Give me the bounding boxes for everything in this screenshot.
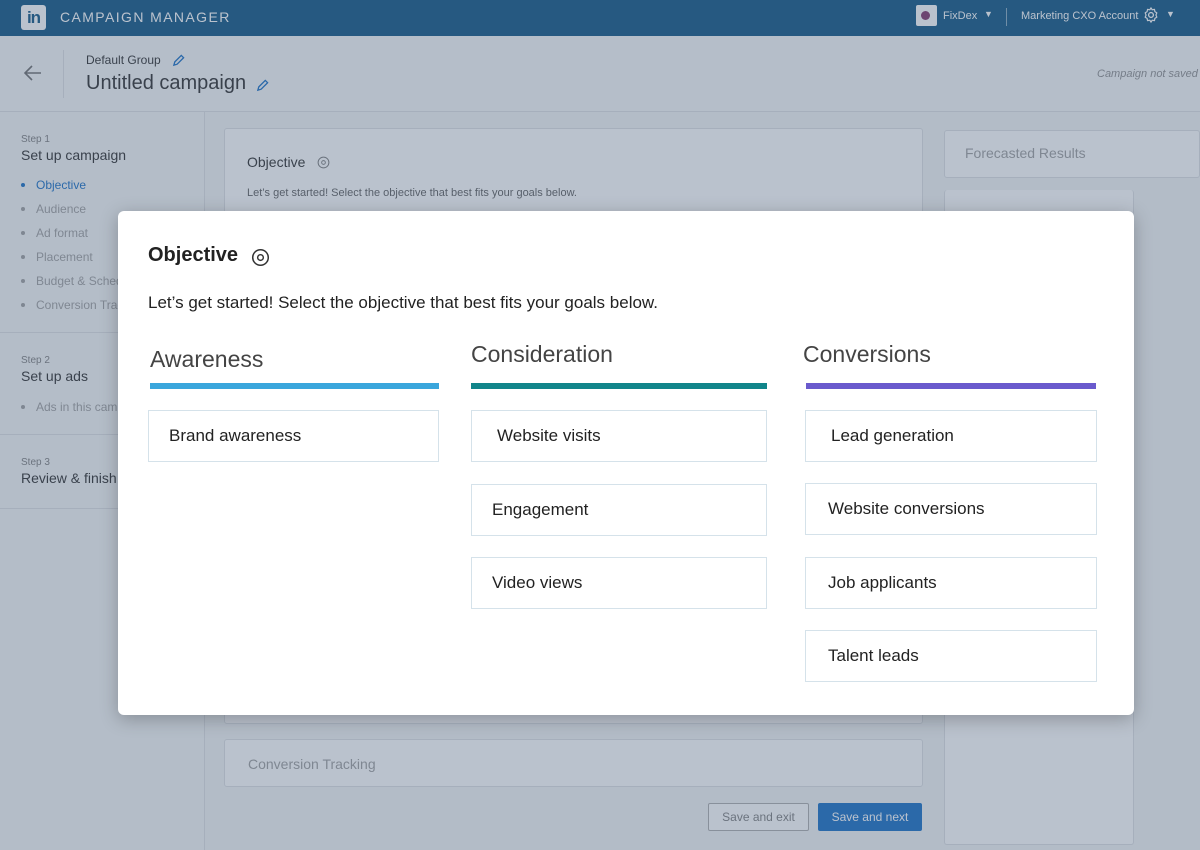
objective-option-brand-awareness[interactable]: Brand awareness xyxy=(148,410,439,462)
objective-option-website-visits[interactable]: Website visits xyxy=(471,410,767,462)
objective-option-talent-leads[interactable]: Talent leads xyxy=(805,630,1097,682)
objective-option-job-applicants[interactable]: Job applicants xyxy=(805,557,1097,609)
modal-title: Objective xyxy=(148,244,239,266)
consideration-color-bar xyxy=(471,383,767,389)
help-icon[interactable] xyxy=(251,248,270,267)
objective-option-video-views[interactable]: Video views xyxy=(471,557,767,609)
column-heading-consideration: Consideration xyxy=(471,341,613,367)
modal-subtitle: Let’s get started! Select the objective … xyxy=(148,293,658,312)
objective-option-lead-generation[interactable]: Lead generation xyxy=(805,410,1097,462)
objective-modal: Objective Let’s get started! Select the … xyxy=(118,211,1134,715)
column-heading-awareness: Awareness xyxy=(150,346,264,372)
column-heading-conversions: Conversions xyxy=(803,341,931,367)
objective-option-engagement[interactable]: Engagement xyxy=(471,484,767,536)
objective-option-website-conversions[interactable]: Website conversions xyxy=(805,483,1097,535)
conversions-color-bar xyxy=(806,383,1096,389)
awareness-color-bar xyxy=(150,383,439,389)
